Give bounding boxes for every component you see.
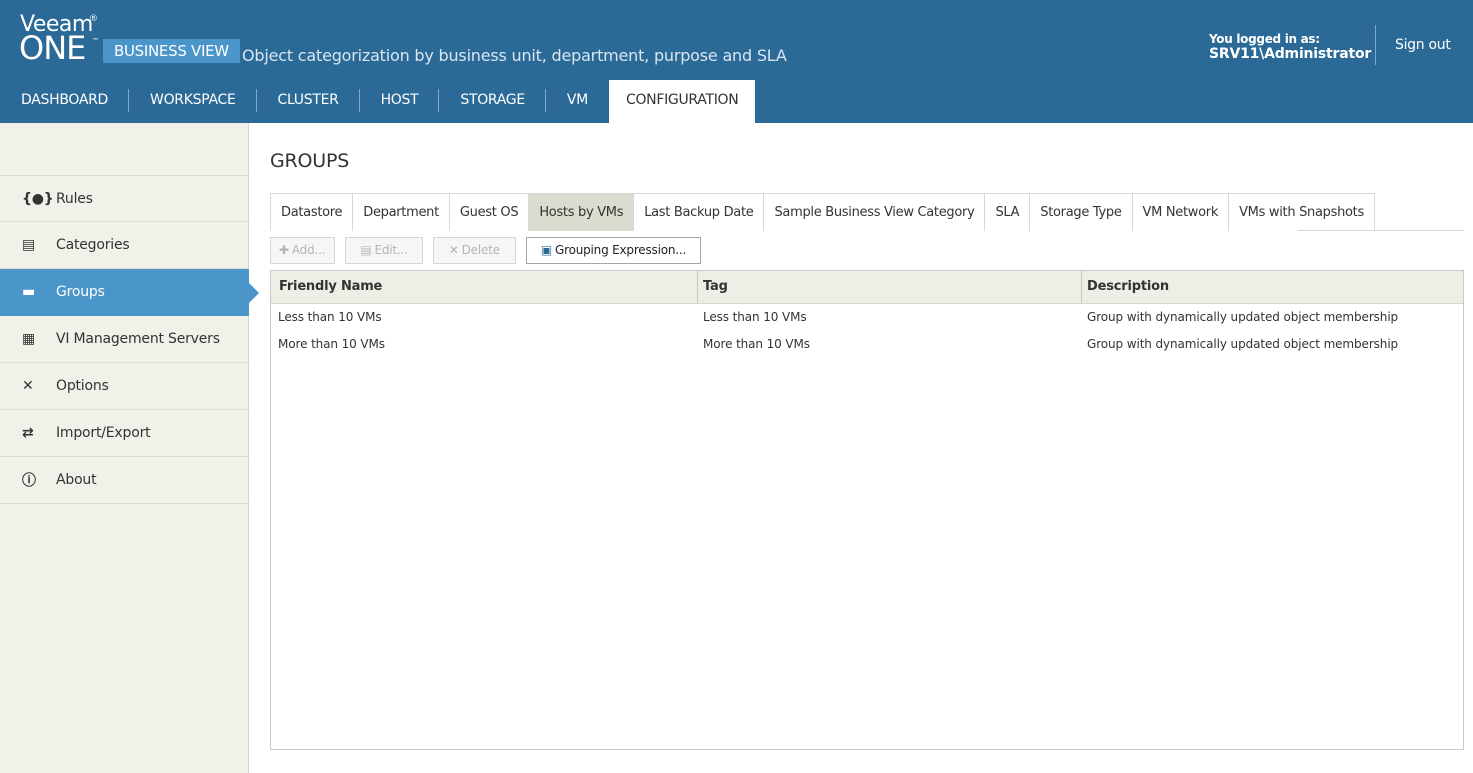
tagline: Object categorization by business unit, … [242,46,787,65]
cell-tag: Less than 10 VMs [703,310,807,324]
add-button-label: Add... [291,243,326,257]
login-label: You logged in as: [1209,32,1320,46]
product-badge: BUSINESS VIEW [103,39,240,63]
sidebar-item-label: VI Management Servers [56,331,220,347]
expression-icon: ▣ [540,243,553,257]
tab-storage-type[interactable]: Storage Type [1030,194,1133,231]
inbox-icon: ▤ [22,237,36,253]
sidebar: {●} Rules ▤ Categories ▬ Groups ▦ VI Management… [0,123,259,773]
table-row[interactable]: Less than 10 VMs Less than 10 VMs Group wi… [271,304,1463,331]
import-export-icon: ⇄ [22,425,34,441]
main-nav: DASHBOARD WORKSPACE CLUSTER HOST STORAGE VM CO… [0,80,756,123]
tab-guest-os[interactable]: Guest OS [449,194,530,231]
cell-friendly-name: More than 10 VMs [278,337,385,351]
tab-department[interactable]: Department [353,194,450,231]
delete-button-label: Delete [461,243,500,257]
tab-hosts-by-vms[interactable]: Hosts by VMs [529,194,635,231]
delete-icon: ✕ [448,243,459,257]
brand-trademark: ™ [92,37,99,45]
edit-button-label: Edit... [374,243,408,257]
nav-tab-cluster[interactable]: CLUSTER [257,80,360,123]
tabs-baseline [1298,230,1464,231]
sidebar-item-categories[interactable]: ▤ Categories [0,222,249,269]
tab-vm-network[interactable]: VM Network [1132,194,1230,231]
sidebar-item-label: Options [56,378,109,394]
nav-tab-host[interactable]: HOST [360,80,440,123]
tab-last-backup-date[interactable]: Last Backup Date [634,194,765,231]
servers-icon: ▦ [22,331,36,347]
page-title: GROUPS [270,150,350,172]
grid-header: Friendly Name Tag Description [271,271,1463,304]
nav-tab-workspace[interactable]: WORKSPACE [129,80,257,123]
sidebar-item-groups[interactable]: ▬ Groups [0,269,259,316]
tab-sla[interactable]: SLA [985,194,1031,231]
column-header-tag[interactable]: Tag [698,271,1082,303]
column-header-friendly-name[interactable]: Friendly Name [271,271,698,303]
nav-tab-dashboard[interactable]: DASHBOARD [0,80,130,123]
sidebar-item-label: Rules [56,190,93,207]
tab-datastore[interactable]: Datastore [271,194,354,231]
sidebar-item-vi-management-servers[interactable]: ▦ VI Management Servers [0,316,249,363]
folder-icon: ▬ [22,284,36,300]
sidebar-item-rules[interactable]: {●} Rules [0,175,249,222]
header-divider [1375,25,1376,65]
sidebar-item-label: Import/Export [56,425,151,441]
edit-button[interactable]: ▤ Edit... [345,237,423,264]
login-info: You logged in as: SRV11\Administrator [1209,32,1371,62]
delete-button[interactable]: ✕ Delete [432,237,516,264]
sidebar-item-import-export[interactable]: ⇄ Import/Export [0,410,249,457]
tab-sample-business-view-category[interactable]: Sample Business View Category [764,194,986,231]
add-icon: ✚ [279,243,289,257]
veeam-one-logo: Veeam ® ONE ™ [19,12,110,72]
sidebar-item-label: About [56,472,97,488]
app-root: Veeam ® ONE ™ BUSINESS VIEW Object categ… [0,0,1473,773]
sidebar-item-about[interactable]: ⓘ About [0,457,249,504]
login-user: SRV11\Administrator [1209,46,1372,62]
nav-tab-vm[interactable]: VM [546,80,609,123]
column-header-description[interactable]: Description [1082,271,1463,303]
toolbar: ✚ Add... ▤ Edit... ✕ Delete ▣ Grouping E… [270,237,702,264]
nav-tab-configuration[interactable]: CONFIGURATION [608,80,756,123]
cell-friendly-name: Less than 10 VMs [278,310,382,324]
table-row[interactable]: More than 10 VMs More than 10 VMs Group wi… [271,331,1463,358]
cell-description: Group with dynamically updated object me… [1087,337,1399,351]
add-button[interactable]: ✚ Add... [270,237,336,264]
sidebar-item-label: Groups [56,284,105,300]
sidebar-item-label: Categories [56,237,130,253]
groups-grid: Friendly Name Tag Description Less than … [270,270,1464,750]
cell-description: Group with dynamically updated object me… [1087,310,1399,324]
edit-icon: ▤ [360,243,372,257]
braces-icon: {●} [22,190,54,207]
sidebar-item-options[interactable]: ✕ Options [0,363,249,410]
tools-icon: ✕ [22,378,34,394]
brand-registered-mark: ® [89,14,98,24]
category-tabs: Datastore Department Guest OS Hosts by VMs L… [270,193,1375,231]
nav-tab-storage[interactable]: STORAGE [439,80,546,123]
grouping-expression-label: Grouping Expression... [555,243,687,257]
header: Veeam ® ONE ™ BUSINESS VIEW Object categ… [0,0,1473,123]
tab-vms-with-snapshots[interactable]: VMs with Snapshots [1229,194,1375,231]
sidebar-menu: {●} Rules ▤ Categories ▬ Groups ▦ VI Management… [0,175,259,504]
cell-tag: More than 10 VMs [703,337,810,351]
brand-one: ONE [19,29,86,67]
sign-out-link[interactable]: Sign out [1395,37,1451,53]
grouping-expression-button[interactable]: ▣ Grouping Expression... [525,237,702,264]
info-icon: ⓘ [22,473,36,489]
